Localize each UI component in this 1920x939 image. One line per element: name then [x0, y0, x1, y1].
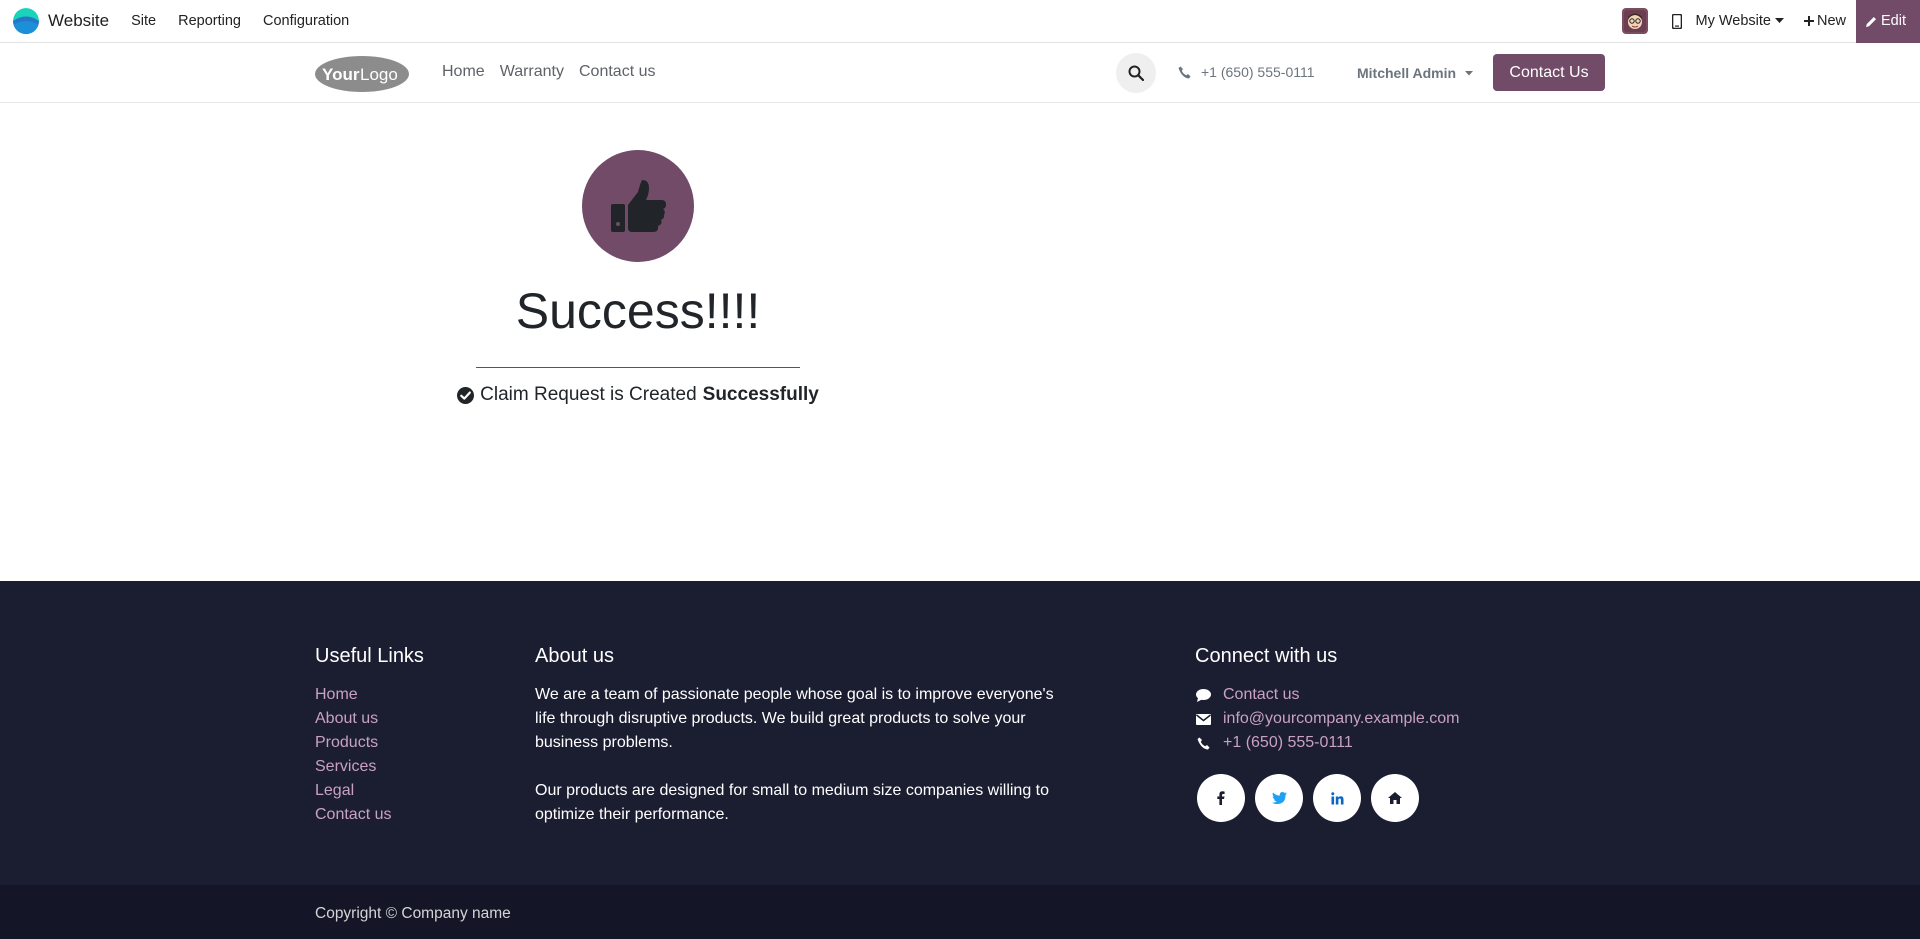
svg-text:Your: Your	[322, 65, 360, 84]
check-circle-icon	[457, 386, 475, 404]
website-app-icon[interactable]	[13, 8, 39, 34]
footer-link-products[interactable]: Products	[315, 731, 424, 755]
search-icon	[1128, 65, 1144, 81]
pencil-icon	[1866, 16, 1876, 27]
menu-configuration[interactable]: Configuration	[263, 13, 349, 29]
edit-button[interactable]: Edit	[1856, 0, 1920, 43]
app-name[interactable]: Website	[48, 11, 109, 31]
footer-link-contact-us[interactable]: Contact us	[315, 803, 424, 827]
plus-icon	[1803, 16, 1814, 26]
connect-section: Connect with us Contact us info@yourcomp…	[1195, 645, 1460, 822]
home-button[interactable]	[1371, 774, 1419, 822]
facebook-button[interactable]	[1197, 774, 1245, 822]
connect-email-row[interactable]: info@yourcompany.example.com	[1195, 707, 1460, 731]
menu-site[interactable]: Site	[131, 13, 156, 29]
connect-contact-row[interactable]: Contact us	[1195, 683, 1460, 707]
copyright-text: Copyright © Company name	[315, 905, 511, 922]
about-us-paragraph-1: We are a team of passionate people whose…	[535, 686, 1054, 751]
title-divider	[476, 367, 800, 368]
site-logo[interactable]: Your Logo	[314, 55, 410, 93]
twitter-button[interactable]	[1255, 774, 1303, 822]
nav-home[interactable]: Home	[442, 63, 485, 81]
main-nav: Home Warranty Contact us	[442, 63, 655, 81]
website-switcher-label: My Website	[1695, 13, 1771, 29]
thumbs-up-icon	[611, 180, 666, 232]
connect-heading: Connect with us	[1195, 645, 1338, 667]
nav-warranty[interactable]: Warranty	[500, 63, 564, 81]
footer-link-home[interactable]: Home	[315, 683, 424, 707]
comment-icon	[1195, 688, 1211, 702]
site-header: Your Logo Home Warranty Contact us +1 (6…	[0, 43, 1920, 103]
mobile-preview-icon[interactable]	[1671, 13, 1682, 29]
menu-reporting[interactable]: Reporting	[178, 13, 241, 29]
nav-contact-us[interactable]: Contact us	[579, 63, 655, 81]
footer-link-services[interactable]: Services	[315, 755, 424, 779]
social-links	[1197, 774, 1460, 822]
phone-icon	[1178, 66, 1191, 78]
caret-down-icon	[1774, 18, 1784, 23]
home-icon	[1388, 792, 1402, 804]
phone-icon	[1195, 737, 1211, 750]
success-title: Success!!!!	[515, 283, 761, 339]
connect-phone-row[interactable]: +1 (650) 555-0111	[1195, 731, 1460, 755]
edit-button-label: Edit	[1881, 13, 1906, 29]
header-phone[interactable]: +1 (650) 555-0111	[1178, 64, 1315, 80]
svg-text:Logo: Logo	[360, 65, 398, 84]
new-button-label: New	[1816, 13, 1846, 29]
footer-link-legal[interactable]: Legal	[315, 779, 424, 803]
footer-link-about-us[interactable]: About us	[315, 707, 424, 731]
useful-links-heading: Useful Links	[315, 645, 424, 667]
new-button[interactable]: New	[1803, 13, 1846, 29]
connect-phone-link[interactable]: +1 (650) 555-0111	[1223, 731, 1353, 755]
connect-contact-link[interactable]: Contact us	[1223, 683, 1299, 707]
search-button[interactable]	[1116, 53, 1156, 93]
twitter-icon	[1271, 792, 1287, 804]
copyright-bar: Copyright © Company name	[0, 885, 1920, 939]
success-message-bold: Successfully	[702, 384, 819, 405]
user-menu[interactable]: Mitchell Admin	[1357, 65, 1474, 81]
facebook-icon	[1217, 791, 1225, 805]
contact-us-button[interactable]: Contact Us	[1493, 54, 1605, 91]
linkedin-button[interactable]	[1313, 774, 1361, 822]
useful-links-section: Useful Links Home About us Products Serv…	[315, 645, 424, 827]
about-us-paragraph-2: Our products are designed for small to m…	[535, 782, 1050, 823]
success-badge	[582, 150, 694, 262]
connect-email-link[interactable]: info@yourcompany.example.com	[1223, 707, 1460, 731]
about-us-heading: About us	[535, 645, 614, 667]
user-avatar[interactable]	[1621, 8, 1648, 34]
success-message-text: Claim Request is Created	[480, 384, 697, 405]
header-phone-number: +1 (650) 555-0111	[1201, 64, 1315, 80]
user-name: Mitchell Admin	[1357, 65, 1457, 81]
envelope-icon	[1195, 713, 1211, 725]
linkedin-icon	[1330, 791, 1343, 804]
admin-top-bar: Website Site Reporting Configuration My …	[0, 0, 1920, 43]
site-footer: Useful Links Home About us Products Serv…	[0, 581, 1920, 885]
about-us-section: About us We are a team of passionate peo…	[535, 645, 1075, 827]
website-switcher[interactable]: My Website	[1696, 13, 1784, 29]
success-message: Claim Request is Created Successfully	[380, 384, 896, 406]
caret-down-icon	[1465, 70, 1474, 75]
